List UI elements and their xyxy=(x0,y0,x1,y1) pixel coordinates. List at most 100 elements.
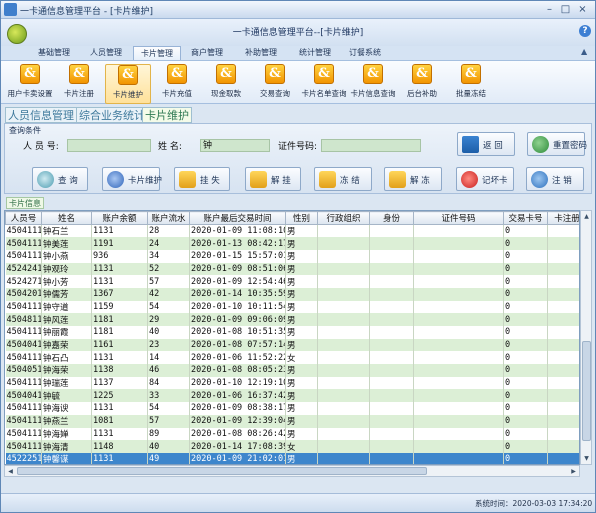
column-header[interactable]: 账户余额 xyxy=(91,211,148,225)
scroll-thumb[interactable] xyxy=(17,467,427,475)
table-row[interactable]: 45041119钟守道1159542020-01-10 10:11:54男 0 xyxy=(5,300,579,314)
search-icon xyxy=(37,171,54,188)
column-header[interactable]: 身份 xyxy=(369,211,414,225)
table-cell: 0 xyxy=(503,389,548,403)
ribbon-card-maintain[interactable]: & 卡片维护 xyxy=(105,64,151,104)
ribbon-backend-subsidy[interactable]: & 后台补助 xyxy=(399,64,445,104)
report-loss-button[interactable]: 挂 失 xyxy=(174,167,230,191)
table-row[interactable]: 45041119钟燕兰1081572020-01-09 12:39:04男 0 xyxy=(5,414,579,428)
table-cell xyxy=(413,414,504,428)
table-cell: 2020-01-09 08:38:17 xyxy=(189,402,286,415)
table-row[interactable]: 45041119钟瑞莲1137842020-01-10 12:19:10男 0 xyxy=(5,376,579,390)
ampersand-icon: & xyxy=(363,64,383,84)
table-cell xyxy=(317,414,370,428)
table-row[interactable]: 45041119钟丽霞1181402020-01-08 10:51:35男 0 xyxy=(5,326,579,339)
card-maintain-button[interactable]: 卡片维护 xyxy=(102,167,162,191)
table-cell: 男 xyxy=(285,313,318,326)
table-cell: 钟石兰 xyxy=(41,224,92,238)
column-header[interactable]: 姓名 xyxy=(41,211,92,225)
column-header[interactable]: 性别 xyxy=(285,211,318,225)
table-row[interactable]: 45041119钟海婵1131892020-01-08 08:26:42男 0 xyxy=(5,427,579,441)
table-row[interactable]: 45042019钟儒芳1367422020-01-14 10:35:59男 0 xyxy=(5,287,579,301)
help-icon[interactable]: ? xyxy=(579,25,591,37)
tab-basic[interactable]: 基础管理 xyxy=(32,46,76,60)
person-no-input[interactable] xyxy=(67,139,151,152)
table-cell: 2020-01-09 09:06:09 xyxy=(189,313,286,326)
maximize-icon[interactable]: □ xyxy=(558,3,573,16)
table-cell: 45041119 xyxy=(5,440,42,453)
table-cell: 0 xyxy=(503,249,548,263)
ribbon-card-recharge[interactable]: & 卡片充值 xyxy=(154,64,200,104)
table-row[interactable]: 45048119钟风莲1181292020-01-09 09:06:09男 0 xyxy=(5,313,579,326)
ribbon-card-register[interactable]: & 卡片注册 xyxy=(56,64,102,104)
freeze-button[interactable]: 冻 结 xyxy=(314,167,372,191)
table-row[interactable]: 45041119钟石凸1131142020-01-06 11:52:22女 0 xyxy=(5,351,579,365)
column-header[interactable]: 交易卡号 xyxy=(503,211,548,225)
column-header[interactable]: 账户流水 xyxy=(147,211,190,225)
table-row[interactable]: 45040419钟嘉荣1161232020-01-08 07:57:14男 0 xyxy=(5,338,579,352)
scroll-right-icon[interactable]: ▶ xyxy=(569,467,578,476)
ribbon-user-card-setting[interactable]: & 用户卡卖设置 xyxy=(7,64,53,104)
column-header[interactable]: 证件号码 xyxy=(413,211,504,225)
scroll-left-icon[interactable]: ◀ xyxy=(6,467,15,476)
main-window: 一卡通信息管理平台 - [卡片维护] – □ × 一卡通信息管理平台--[卡片维… xyxy=(0,0,596,513)
table-row[interactable]: 45242719钟小芳1131572020-01-09 12:54:46男 0 xyxy=(5,275,579,288)
card-data-grid[interactable]: 人员号 姓名 账户余额 账户流水 账户最后交易时间 性别 行政组织 身份 证件号码 交易卡号 卡注册… xyxy=(4,210,580,465)
table-cell xyxy=(317,338,370,352)
tab-statistics[interactable]: 统计管理 xyxy=(293,46,337,60)
ribbon-card-info-query[interactable]: & 卡片信息查询 xyxy=(350,64,396,104)
table-cell: 52 xyxy=(147,262,190,276)
tab-person-info[interactable]: 人员信息管理 xyxy=(5,107,77,123)
tab-merchant[interactable]: 商户管理 xyxy=(185,46,229,60)
table-cell: 29 xyxy=(147,313,190,326)
table-row[interactable]: 45222519钟馨谋1131492020-01-09 21:02:01男 0 xyxy=(5,452,579,464)
tab-subsidy[interactable]: 补助管理 xyxy=(239,46,283,60)
vertical-scrollbar[interactable]: ▲ ▼ xyxy=(580,210,592,465)
reset-password-button[interactable]: 重置密码 xyxy=(527,132,587,156)
query-button[interactable]: 查 询 xyxy=(32,167,88,191)
column-header[interactable]: 人员号 xyxy=(5,211,42,225)
close-icon[interactable]: × xyxy=(575,3,590,16)
ribbon-card-list-query[interactable]: & 卡片名单查询 xyxy=(301,64,347,104)
table-row[interactable]: 45041119钟小燕936342020-01-15 15:57:01男 0 xyxy=(5,249,579,263)
ribbon-cash-withdraw[interactable]: & 现金取款 xyxy=(203,64,249,104)
tab-business-stats[interactable]: 综合业务统计 xyxy=(76,107,148,123)
unreport-loss-button[interactable]: 解 挂 xyxy=(245,167,301,191)
table-cell: 钟嘉荣 xyxy=(41,338,92,352)
id-number-input[interactable] xyxy=(321,139,421,152)
tab-card-maintain[interactable]: 卡片维护 xyxy=(142,107,192,123)
tab-meal-order[interactable]: 订餐系统 xyxy=(343,46,387,60)
table-row[interactable]: 45041119钟石兰1131282020-01-09 11:08:10男 0 xyxy=(5,224,579,238)
table-cell: 2020-01-06 16:37:42 xyxy=(189,389,286,403)
scroll-up-icon[interactable]: ▲ xyxy=(582,212,591,221)
table-cell: 45041119 xyxy=(5,427,42,441)
minimize-icon[interactable]: – xyxy=(542,3,557,16)
table-row[interactable]: 45040419钟毓1225332020-01-06 16:37:42男 0 xyxy=(5,389,579,403)
scroll-thumb[interactable] xyxy=(582,341,591,441)
table-cell: 1131 xyxy=(91,402,148,415)
collapse-ribbon-icon[interactable]: ▲ xyxy=(581,47,587,56)
table-row[interactable]: 45041119钟海清1148402020-01-14 17:08:39女 0 xyxy=(5,440,579,453)
unfreeze-button[interactable]: 解 冻 xyxy=(384,167,442,191)
table-cell: 1131 xyxy=(91,452,148,464)
table-row[interactable]: 45041119钟海谀1131542020-01-09 08:38:17男 0 xyxy=(5,402,579,415)
column-header[interactable]: 账户最后交易时间 xyxy=(189,211,286,225)
scroll-down-icon[interactable]: ▼ xyxy=(582,454,591,463)
back-button[interactable]: 返 回 xyxy=(457,132,515,156)
horizontal-scrollbar[interactable]: ◀ ▶ xyxy=(4,465,580,477)
table-row[interactable]: 45040519钟海荣1138462020-01-08 08:05:23男 0 xyxy=(5,364,579,377)
ribbon-batch-freeze[interactable]: & 批量冻结 xyxy=(448,64,494,104)
table-cell: 936 xyxy=(91,249,148,263)
bad-card-button[interactable]: 记坏卡 xyxy=(456,167,514,191)
cancel-card-button[interactable]: 注 销 xyxy=(526,167,584,191)
column-header[interactable]: 卡注册时间 xyxy=(547,211,579,225)
tab-card[interactable]: 卡片管理 xyxy=(133,46,181,60)
name-input[interactable]: 钟 xyxy=(200,139,270,152)
column-header[interactable]: 行政组织 xyxy=(317,211,370,225)
table-cell: 54 xyxy=(147,402,190,415)
table-row[interactable]: 45041119钟美莲1191242020-01-13 08:42:17男 0 xyxy=(5,237,579,250)
table-row[interactable]: 45242419钟观玲1131522020-01-09 08:51:06男 0 xyxy=(5,262,579,276)
table-cell: 0 xyxy=(503,414,548,428)
ribbon-transaction-query[interactable]: & 交易查询 xyxy=(252,64,298,104)
tab-person[interactable]: 人员管理 xyxy=(84,46,128,60)
